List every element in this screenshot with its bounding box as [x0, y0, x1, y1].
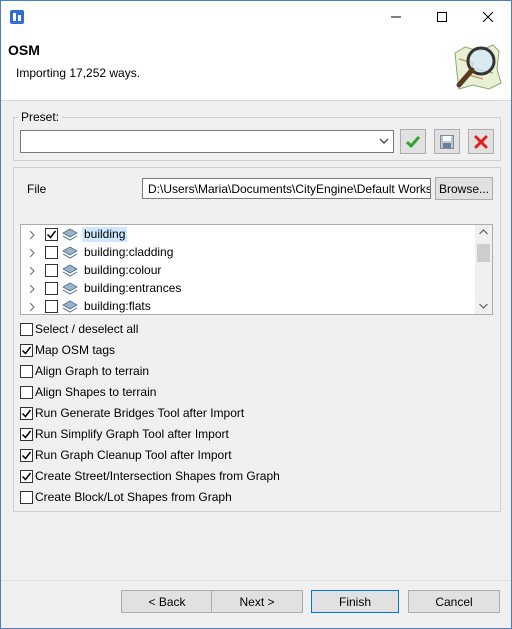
layer-checkbox[interactable] [45, 228, 58, 241]
red-x-icon [474, 135, 488, 148]
file-label: File [27, 182, 47, 196]
osm-import-dialog: OSM Importing 17,252 ways. Preset: File … [0, 0, 512, 629]
wizard-header: OSM Importing 17,252 ways. [1, 33, 511, 101]
option-checkbox[interactable] [20, 386, 33, 399]
option-checkbox[interactable] [20, 365, 33, 378]
green-check-icon [405, 135, 421, 147]
expand-chevron-icon[interactable] [28, 231, 36, 239]
option-label: Select / deselect all [35, 322, 139, 336]
preset-label: Preset: [18, 110, 63, 124]
finish-button[interactable]: Finish [311, 590, 399, 613]
layer-label: building:flats [84, 299, 151, 313]
layers-icon [62, 264, 78, 277]
option-label: Run Simplify Graph Tool after Import [35, 427, 229, 441]
openstreetmap-magnifier-logo [454, 44, 502, 90]
layer-label: building:colour [84, 263, 162, 277]
option-checkbox[interactable] [20, 323, 33, 336]
checkmark-icon [21, 430, 32, 439]
maximize-icon [437, 12, 447, 22]
cityengine-app-icon [10, 10, 24, 24]
apply-preset-button[interactable] [400, 129, 426, 154]
next-button[interactable]: Next > [211, 590, 303, 613]
layer-checkbox[interactable] [45, 282, 58, 295]
option-checkbox[interactable] [20, 428, 33, 441]
layers-icon [62, 282, 78, 295]
layers-icon [62, 246, 78, 259]
cancel-button[interactable]: Cancel [408, 590, 500, 613]
delete-preset-button[interactable] [468, 129, 494, 154]
layer-checkbox[interactable] [45, 264, 58, 277]
scrollbar-thumb[interactable] [477, 244, 490, 262]
back-button[interactable]: < Back [121, 590, 213, 613]
tree-row[interactable]: building [21, 226, 477, 244]
checkmark-icon [21, 409, 32, 418]
option-checkbox[interactable] [20, 449, 33, 462]
option-checkbox[interactable] [20, 344, 33, 357]
maximize-button[interactable] [419, 1, 465, 33]
title-bar [1, 1, 511, 33]
file-path-field[interactable]: D:\Users\Maria\Documents\CityEngine\Defa… [142, 178, 431, 199]
checkmark-icon [21, 346, 32, 355]
save-disk-icon [440, 134, 454, 149]
layers-icon [62, 300, 78, 313]
close-button[interactable] [465, 1, 511, 33]
scroll-down-icon[interactable] [479, 303, 488, 309]
preset-combobox[interactable] [20, 130, 394, 153]
footer-separator [1, 580, 511, 581]
tree-row[interactable]: building:cladding [21, 244, 477, 262]
option-label: Create Street/Intersection Shapes from G… [35, 469, 280, 483]
save-preset-button[interactable] [434, 129, 460, 154]
option-checkbox[interactable] [20, 470, 33, 483]
minimize-button[interactable] [373, 1, 419, 33]
checkmark-icon [21, 472, 32, 481]
close-icon [483, 12, 493, 22]
layer-label: building [82, 227, 128, 242]
expand-chevron-icon[interactable] [28, 303, 36, 311]
expand-chevron-icon[interactable] [28, 267, 36, 275]
option-label: Align Shapes to terrain [35, 385, 157, 399]
scroll-up-icon[interactable] [479, 229, 488, 235]
option-label: Run Generate Bridges Tool after Import [35, 406, 245, 420]
tree-scrollbar[interactable] [475, 225, 492, 314]
osm-layer-tree[interactable]: building building:cladding building:colo… [20, 224, 493, 315]
layer-label: building:entrances [84, 281, 182, 295]
browse-button[interactable]: Browse... [435, 177, 493, 200]
checkmark-icon [21, 451, 32, 460]
page-title: OSM [8, 42, 40, 58]
option-label: Align Graph to terrain [35, 364, 150, 378]
minimize-icon [391, 16, 401, 18]
layer-checkbox[interactable] [45, 246, 58, 259]
tree-row[interactable]: building:entrances [21, 280, 477, 298]
option-label: Run Graph Cleanup Tool after Import [35, 448, 232, 462]
layers-icon [62, 228, 78, 241]
tree-row[interactable]: building:colour [21, 262, 477, 280]
option-checkbox[interactable] [20, 407, 33, 420]
expand-chevron-icon[interactable] [28, 285, 36, 293]
checkmark-icon [46, 230, 57, 239]
tree-row[interactable]: building:flats [21, 298, 477, 314]
option-label: Map OSM tags [35, 343, 116, 357]
option-label: Create Block/Lot Shapes from Graph [35, 490, 232, 504]
chevron-down-icon [379, 138, 389, 144]
expand-chevron-icon[interactable] [28, 249, 36, 257]
layer-label: building:cladding [84, 245, 174, 259]
page-description: Importing 17,252 ways. [16, 66, 141, 80]
option-checkbox[interactable] [20, 491, 33, 504]
layer-checkbox[interactable] [45, 300, 58, 313]
